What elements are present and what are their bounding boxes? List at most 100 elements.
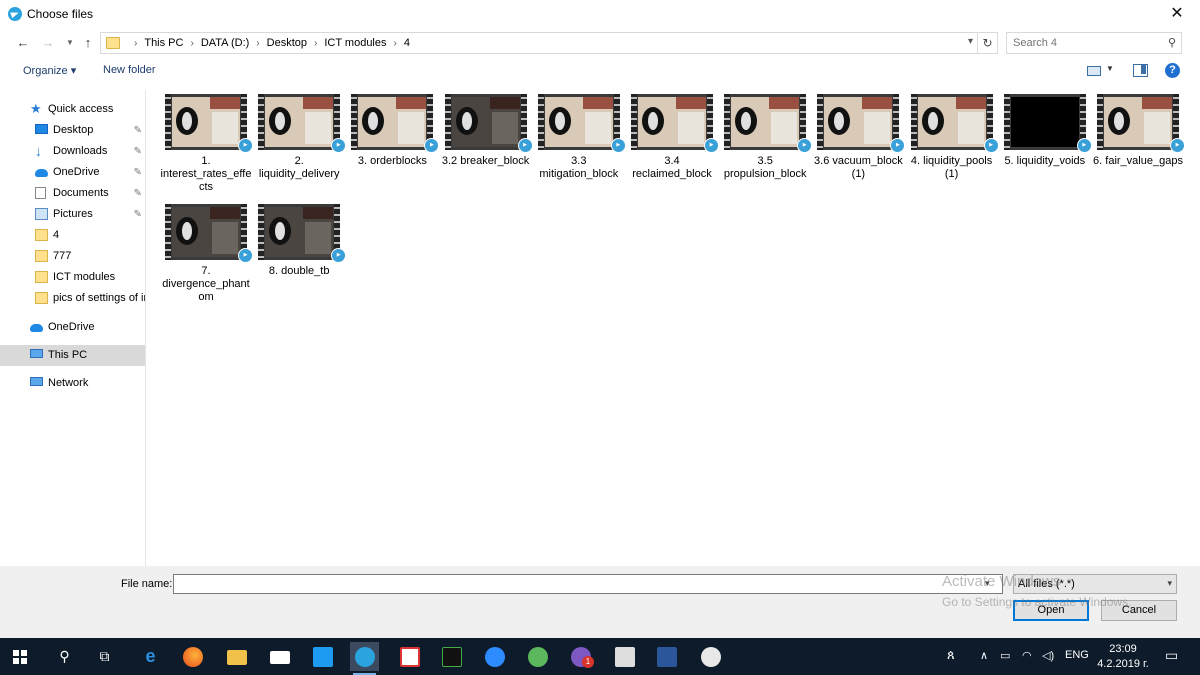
close-button[interactable]: ✕ <box>1154 0 1200 28</box>
file-item[interactable]: ▶ 3.3 mitigation_block <box>533 94 626 181</box>
wifi-icon[interactable]: ◠ <box>1022 649 1032 662</box>
edge-icon[interactable]: e <box>136 642 165 671</box>
search-box[interactable]: ⚲ <box>1006 32 1182 54</box>
file-item[interactable]: ▶ 3. orderblocks <box>346 94 440 168</box>
file-name: 3.5 propulsion_block <box>723 155 807 180</box>
recent-locations-icon[interactable]: ▼ <box>60 33 80 53</box>
file-name: 8. double_tb <box>268 265 330 277</box>
zoom-icon[interactable] <box>480 642 509 671</box>
video-thumbnail: ▶ <box>817 94 906 153</box>
open-button[interactable]: Open <box>1013 600 1089 621</box>
refresh-icon[interactable]: ↻ <box>978 32 998 54</box>
video-thumbnail: ▶ <box>1097 94 1185 153</box>
sidebar-item[interactable]: ★ Quick access <box>0 99 145 120</box>
breadcrumb-item[interactable]: 4 <box>404 37 410 49</box>
battery-icon[interactable]: ▭ <box>1000 649 1010 662</box>
organize-button[interactable]: Organize ▾ <box>23 64 76 77</box>
sidebar-item[interactable]: 777 <box>0 246 145 267</box>
chevron-down-icon[interactable]: ▾ <box>968 36 973 47</box>
sidebar-item[interactable]: Network <box>0 373 145 394</box>
viber-icon[interactable]: 1 <box>566 642 595 671</box>
breadcrumb-item[interactable]: DATA (D:) <box>201 37 249 49</box>
clock-date[interactable]: 4.2.2019 г. <box>1092 658 1154 670</box>
file-item[interactable]: ▶ 3.6 vacuum_block (1) <box>812 94 906 181</box>
language-indicator[interactable]: ENG <box>1065 649 1089 661</box>
file-name: 3.3 mitigation_block <box>539 155 619 180</box>
sidebar-item[interactable]: OneDrive ✎ <box>0 162 145 183</box>
xmind-icon[interactable] <box>395 642 424 671</box>
telegram-taskbar-icon[interactable] <box>350 642 379 675</box>
sidebar-item[interactable]: OneDrive <box>0 317 145 338</box>
action-center-icon[interactable]: ▭ <box>1165 647 1178 664</box>
paint-icon[interactable] <box>696 642 725 671</box>
windows-start-icon[interactable] <box>5 642 34 671</box>
file-item[interactable]: ▶ 1. interest_rates_effects <box>160 94 253 194</box>
people-icon[interactable]: ጰ <box>947 647 955 663</box>
sidebar-item[interactable]: pics of settings of ir <box>0 288 145 309</box>
folder-icon <box>106 37 120 49</box>
search-input[interactable] <box>1007 33 1157 53</box>
file-explorer-icon[interactable] <box>222 642 251 671</box>
task-view-icon[interactable]: ⧉ <box>90 642 119 671</box>
sidebar-item-label: This PC <box>48 349 88 361</box>
cancel-button[interactable]: Cancel <box>1101 600 1177 621</box>
file-item[interactable]: ▶ 4. liquidity_pools (1) <box>906 94 999 181</box>
photos-icon[interactable] <box>610 642 639 671</box>
breadcrumb-separator-icon[interactable]: › <box>387 38 404 49</box>
video-thumbnail: ▶ <box>910 94 999 153</box>
file-name: 7. divergence_phantom <box>162 265 250 303</box>
chevron-up-icon[interactable]: ∧ <box>980 649 988 662</box>
media-player-icon: ▶ <box>610 138 626 153</box>
search-icon[interactable]: ⚲ <box>1168 36 1176 49</box>
back-arrow-icon[interactable]: ← <box>13 33 33 53</box>
sidebar-item[interactable]: Documents ✎ <box>0 183 145 204</box>
breadcrumb-item[interactable]: Desktop <box>267 37 307 49</box>
forward-arrow-icon[interactable]: → <box>38 33 58 53</box>
utorrent-icon[interactable] <box>523 642 552 671</box>
sidebar-item[interactable]: This PC <box>0 345 145 366</box>
twitter-icon[interactable] <box>308 642 337 671</box>
clock-time[interactable]: 23:09 <box>1098 643 1148 655</box>
file-item[interactable]: ▶ 3.5 propulsion_block <box>719 94 813 181</box>
file-item[interactable]: ▶ 2. liquidity_delivery <box>253 94 347 181</box>
help-icon[interactable]: ? <box>1165 63 1180 78</box>
file-item[interactable]: ▶ 8. double_tb <box>253 204 347 278</box>
new-folder-button[interactable]: New folder <box>103 64 156 76</box>
sidebar-item-label: ICT modules <box>53 271 116 283</box>
sidebar-item[interactable]: ICT modules <box>0 267 145 288</box>
title-bar: Choose files ✕ <box>0 0 1200 28</box>
sidebar-item[interactable]: Pictures ✎ <box>0 204 145 225</box>
chevron-down-icon[interactable]: ▾ <box>985 578 990 589</box>
file-item[interactable]: ▶ 3.2 breaker_block <box>440 94 533 168</box>
view-options-icon[interactable] <box>1086 62 1104 78</box>
breadcrumb-item[interactable]: This PC <box>144 37 183 49</box>
breadcrumb-separator-icon[interactable]: › <box>183 38 200 49</box>
preview-pane-icon[interactable] <box>1132 62 1150 78</box>
sidebar-item[interactable]: Desktop ✎ <box>0 120 145 141</box>
media-player-icon: ▶ <box>331 248 347 263</box>
firefox-icon[interactable] <box>178 642 207 671</box>
file-item[interactable]: ▶ 7. divergence_phantom <box>160 204 253 304</box>
up-arrow-icon[interactable]: ↑ <box>78 33 98 53</box>
volume-icon[interactable]: ◁) <box>1042 649 1054 662</box>
breadcrumb-separator-icon[interactable]: › <box>249 38 266 49</box>
file-item[interactable]: ▶ 5. liquidity_voids <box>999 94 1092 168</box>
sidebar-item[interactable]: 4 <box>0 225 145 246</box>
file-item[interactable]: ▶ 3.4 reclaimed_block <box>626 94 719 181</box>
search-icon[interactable]: ⚲ <box>50 642 79 671</box>
file-item[interactable]: ▶ 6. fair_value_gaps <box>1092 94 1185 168</box>
breadcrumb-item[interactable]: ICT modules <box>324 37 386 49</box>
address-bar[interactable]: › This PC › DATA (D:) › Desktop › ICT modules › 4… <box>100 32 978 54</box>
breadcrumb-separator-icon[interactable]: › <box>307 38 324 49</box>
sidebar-item-label: OneDrive <box>48 321 95 333</box>
sidebar-item-label: Documents <box>53 187 109 199</box>
mail-icon[interactable] <box>265 642 294 671</box>
breadcrumb-separator-icon[interactable]: › <box>127 38 144 49</box>
chevron-down-icon[interactable]: ▼ <box>1106 64 1114 73</box>
sidebar-item[interactable]: ↓ Downloads ✎ <box>0 141 145 162</box>
word-icon[interactable] <box>652 642 681 671</box>
file-name-label: File name: <box>121 578 173 590</box>
trading-app-icon[interactable] <box>437 642 466 671</box>
file-name-input[interactable] <box>173 574 1003 594</box>
file-type-select[interactable]: All files (*.*) ▾ <box>1013 574 1177 594</box>
